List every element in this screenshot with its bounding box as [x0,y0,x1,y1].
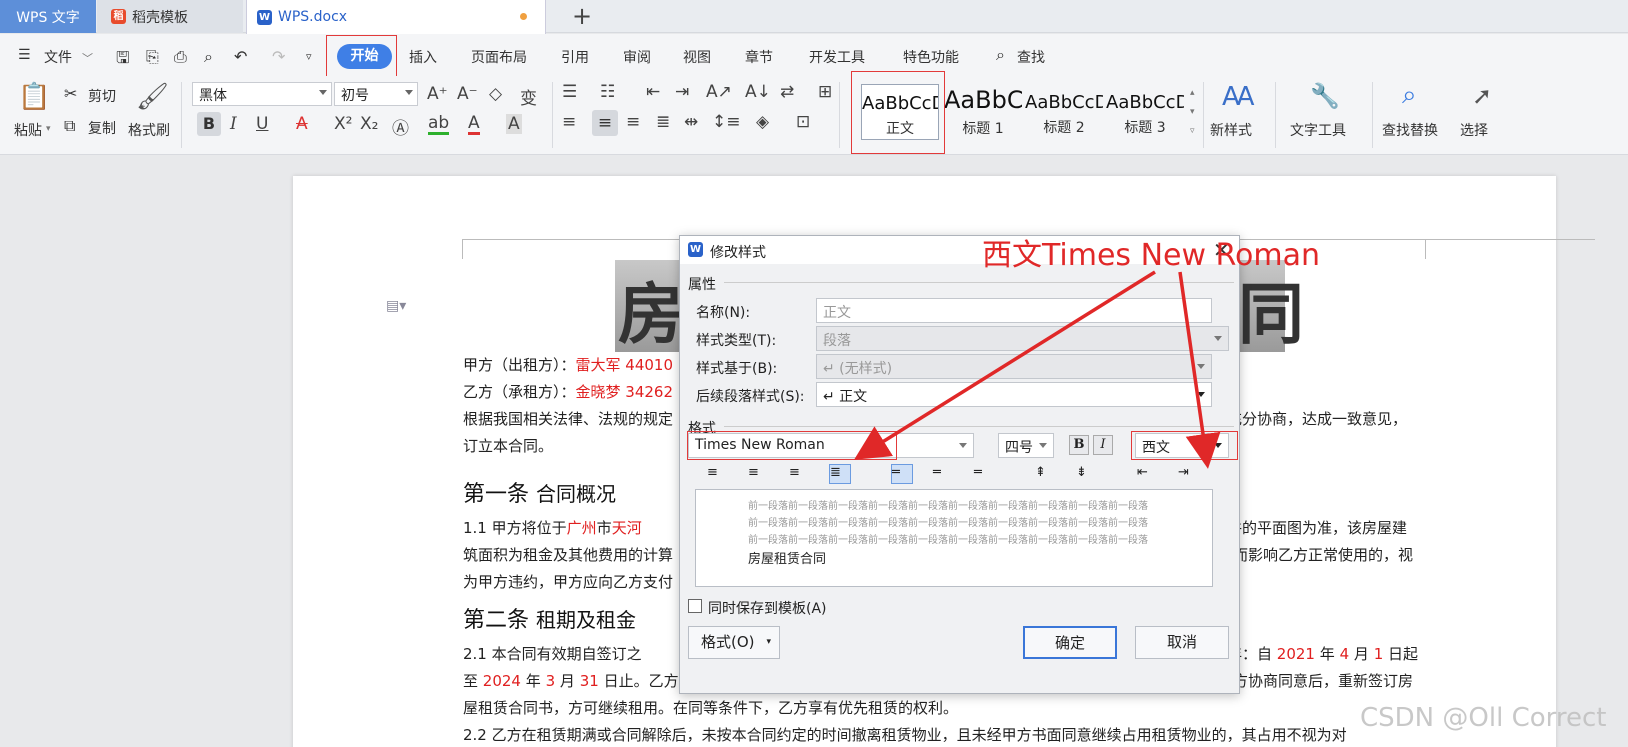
watermark: CSDN @Oll Correct [1360,703,1607,733]
arrow-to-font [854,270,1156,460]
annotation-arrows [854,270,1221,469]
arrow-to-script [1178,271,1221,469]
